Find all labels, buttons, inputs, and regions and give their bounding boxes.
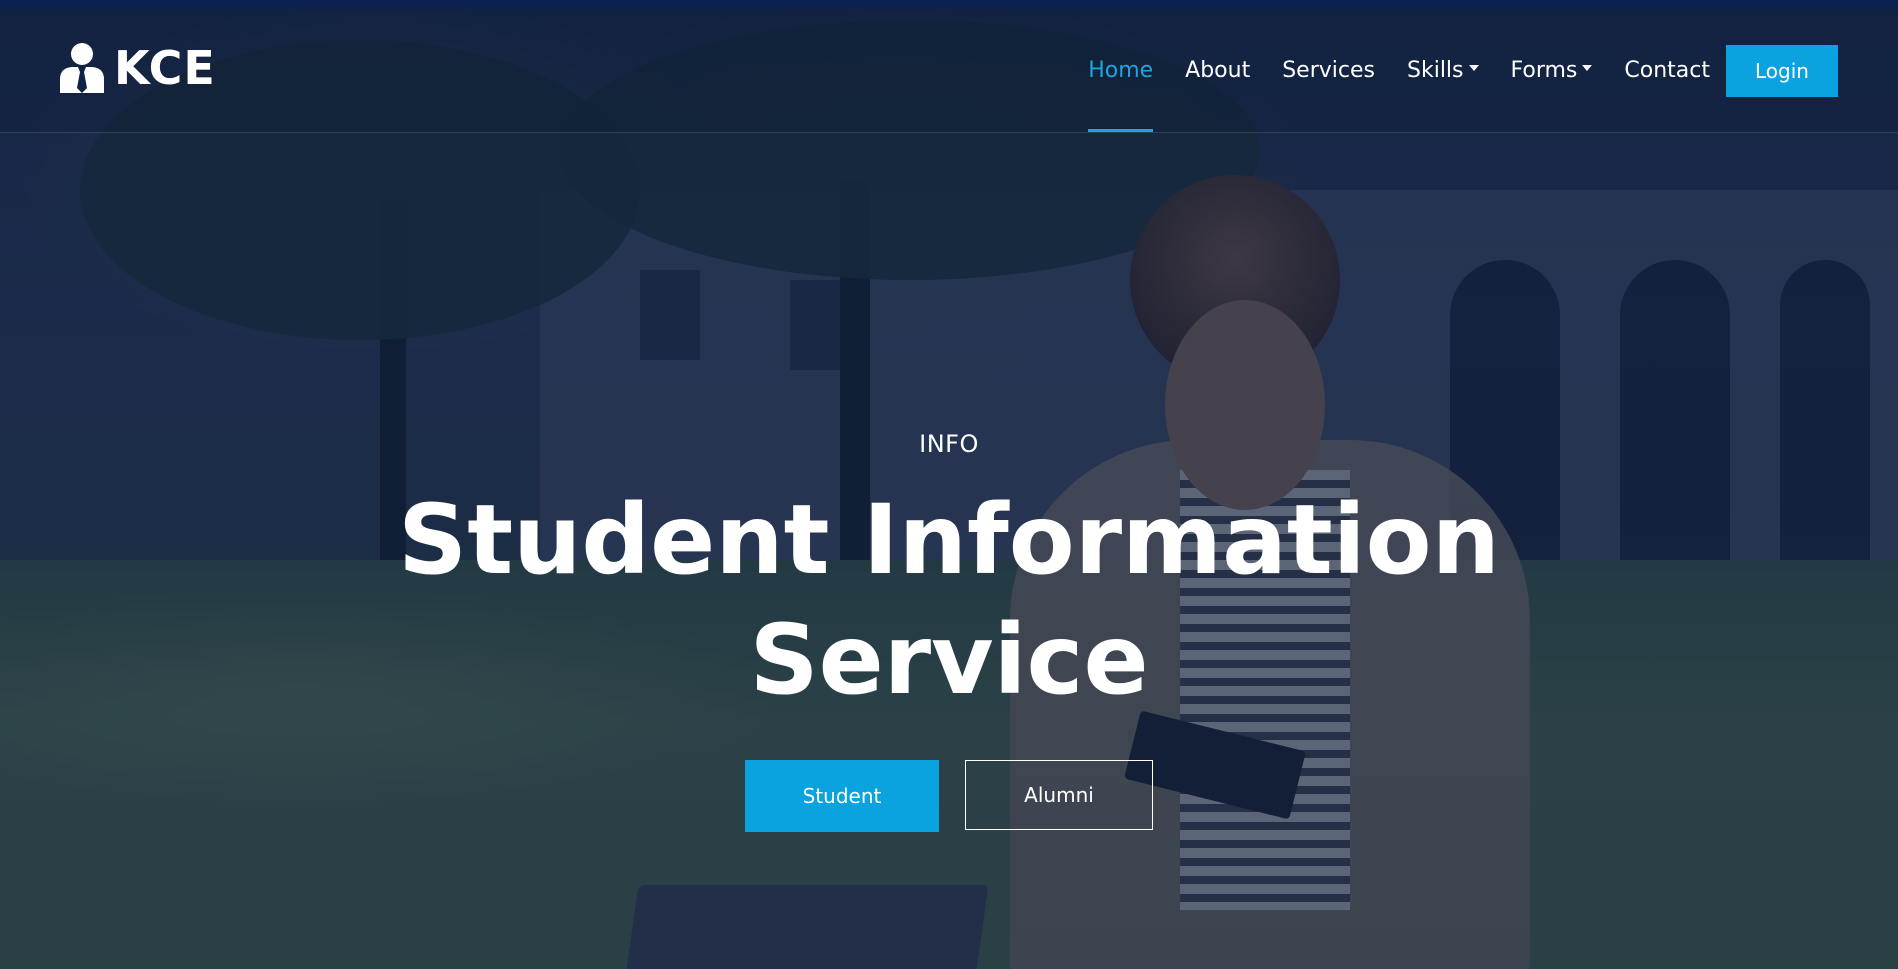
main-nav: Home About Services Skills Forms Contact	[1072, 9, 1726, 132]
page: KCE Home About Services Skills Forms Con…	[0, 0, 1898, 969]
nav-item-home[interactable]: Home	[1072, 9, 1169, 132]
nav-item-services[interactable]: Services	[1266, 9, 1391, 132]
site-header: KCE Home About Services Skills Forms Con…	[0, 9, 1898, 133]
nav-item-label: Contact	[1624, 58, 1710, 83]
nav-item-label: Services	[1282, 58, 1375, 83]
student-button[interactable]: Student	[745, 760, 939, 832]
user-tie-icon	[60, 43, 104, 93]
nav-item-skills[interactable]: Skills	[1391, 9, 1495, 132]
hero-eyebrow: INFO	[919, 430, 979, 458]
login-button[interactable]: Login	[1726, 45, 1838, 97]
hero-title-line-1: Student Information	[398, 484, 1500, 596]
nav-item-contact[interactable]: Contact	[1608, 9, 1726, 132]
brand-name: KCE	[114, 41, 216, 95]
nav-item-forms[interactable]: Forms	[1495, 9, 1609, 132]
nav-item-label: Home	[1088, 58, 1154, 83]
top-strip	[0, 0, 1898, 9]
caret-down-icon	[1468, 64, 1479, 71]
nav-item-label: About	[1185, 58, 1251, 83]
hero-title-line-2: Service	[749, 604, 1149, 716]
nav-item-label: Forms	[1510, 58, 1578, 83]
nav-item-about[interactable]: About	[1169, 9, 1266, 132]
brand-logo[interactable]: KCE	[60, 43, 216, 93]
hero-title: Student Information Service	[0, 480, 1898, 720]
hero-actions: Student Alumni	[0, 760, 1898, 832]
hero-section: INFO Student Information Service Student…	[0, 430, 1898, 832]
alumni-button[interactable]: Alumni	[965, 760, 1153, 830]
nav-item-label: Skills	[1407, 58, 1464, 83]
caret-down-icon	[1582, 64, 1593, 71]
